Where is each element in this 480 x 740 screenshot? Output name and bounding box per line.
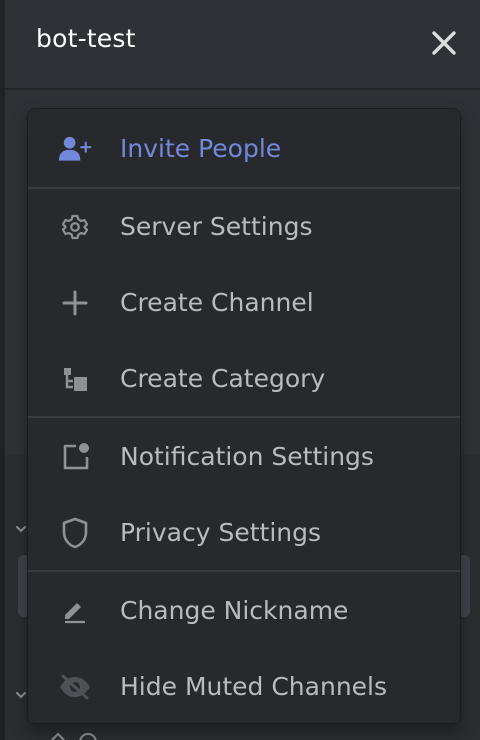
menu-divider [28,416,460,418]
create-category-label: Create Category [120,364,326,393]
invite-people-label: Invite People [120,134,282,163]
chevron-down-icon[interactable] [14,522,28,536]
channel-row-partial [51,732,97,740]
privacy-settings-button[interactable]: Privacy Settings [28,495,460,571]
create-channel-button[interactable]: Create Channel [28,265,460,341]
plus-icon [58,289,92,317]
close-icon[interactable] [430,29,458,57]
notification-settings-button[interactable]: Notification Settings [28,419,460,495]
server-settings-label: Server Settings [120,212,313,241]
menu-divider [28,570,460,572]
invite-people-button[interactable]: Invite People [28,111,460,187]
hide-muted-channels-button[interactable]: Hide Muted Channels [28,649,460,723]
notification-icon [58,443,92,471]
eye-off-icon [58,673,92,701]
category-icon [58,365,92,393]
server-header[interactable]: bot-test [5,0,480,90]
server-title: bot-test [36,24,136,53]
change-nickname-label: Change Nickname [120,596,349,625]
pencil-icon [58,597,92,625]
change-nickname-button[interactable]: Change Nickname [28,573,460,649]
server-dropdown-menu: Invite People Server Settings Create Cha… [27,108,461,724]
server-settings-button[interactable]: Server Settings [28,189,460,265]
hide-muted-channels-label: Hide Muted Channels [120,672,388,701]
create-channel-label: Create Channel [120,288,314,317]
shield-icon [58,517,92,549]
app-window: bot-test Invite People Server Settings C… [0,0,480,740]
gear-icon [58,213,92,241]
privacy-settings-label: Privacy Settings [120,518,322,547]
chevron-down-icon[interactable] [14,688,28,702]
notification-settings-label: Notification Settings [120,442,374,471]
create-category-button[interactable]: Create Category [28,341,460,417]
invite-people-icon [58,135,92,163]
